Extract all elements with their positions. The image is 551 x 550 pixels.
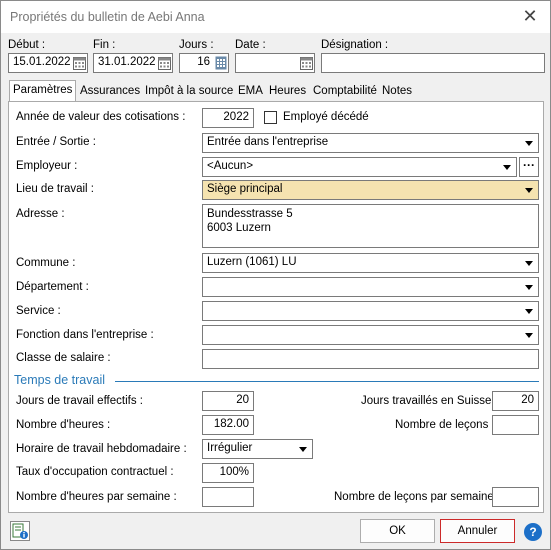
- jours-suisse-field[interactable]: 20: [492, 391, 539, 411]
- fonction-label: Fonction dans l'entreprise :: [16, 329, 154, 341]
- nb-lecons-label: Nombre de leçons :: [395, 419, 495, 431]
- adresse-line1: Bundesstrasse 5: [207, 208, 293, 220]
- commune-select[interactable]: Luzern (1061) LU: [202, 253, 539, 273]
- fonction-select[interactable]: [202, 325, 539, 345]
- title-bar: Propriétés du bulletin de Aebi Anna ✕: [1, 1, 550, 33]
- annee-field[interactable]: 2022: [202, 108, 254, 128]
- classe-field[interactable]: [202, 349, 539, 369]
- service-label: Service :: [16, 305, 61, 317]
- classe-label: Classe de salaire :: [16, 352, 111, 364]
- close-icon[interactable]: ✕: [520, 6, 540, 26]
- taux-value: 100%: [219, 466, 249, 478]
- document-info-icon: [12, 523, 28, 539]
- jours-label: Jours :: [179, 39, 214, 51]
- employe-decede-checkbox[interactable]: [264, 111, 277, 124]
- designation-label: Désignation :: [321, 39, 389, 51]
- tab-notes[interactable]: Notes: [379, 82, 415, 102]
- tab-parametres[interactable]: Paramètres: [9, 80, 77, 102]
- chevron-down-icon: [525, 141, 533, 146]
- jours-field[interactable]: 16: [179, 53, 229, 73]
- tab-ema[interactable]: EMA: [235, 82, 266, 102]
- jours-effectifs-field[interactable]: 20: [202, 391, 254, 411]
- chevron-down-icon: [525, 333, 533, 338]
- cancel-button[interactable]: Annuler: [440, 519, 515, 543]
- chevron-down-icon: [525, 188, 533, 193]
- nb-heures-label: Nombre d'heures :: [16, 419, 111, 431]
- help-icon[interactable]: ?: [524, 523, 542, 541]
- calendar-icon[interactable]: [300, 56, 313, 70]
- chevron-down-icon: [299, 447, 307, 452]
- ok-button[interactable]: OK: [360, 519, 435, 543]
- lecons-semaine-label: Nombre de leçons par semaine :: [334, 491, 501, 503]
- lecons-semaine-field[interactable]: [492, 487, 539, 507]
- chevron-down-icon: [525, 261, 533, 266]
- employeur-value: <Aucun>: [207, 160, 254, 172]
- lieu-select[interactable]: Siège principal: [202, 180, 539, 200]
- fin-date-value: 31.01.2022: [98, 56, 156, 68]
- nb-heures-field[interactable]: 182.00: [202, 415, 254, 435]
- annee-label: Année de valeur des cotisations :: [16, 111, 186, 123]
- employeur-browse-button[interactable]: ···: [519, 157, 539, 177]
- adresse-line2: 6003 Luzern: [207, 222, 271, 234]
- tab-comptabilite[interactable]: Comptabilité: [310, 82, 380, 102]
- employe-decede-label: Employé décédé: [283, 111, 369, 123]
- adresse-label: Adresse :: [16, 208, 65, 220]
- date-field[interactable]: [235, 53, 315, 73]
- jours-effectifs-value: 20: [236, 394, 249, 406]
- tab-assurances[interactable]: Assurances: [77, 82, 143, 102]
- heures-semaine-field[interactable]: [202, 487, 254, 507]
- entree-value: Entrée dans l'entreprise: [207, 136, 329, 148]
- lieu-label: Lieu de travail :: [16, 183, 94, 195]
- adresse-field[interactable]: Bundesstrasse 5 6003 Luzern: [202, 204, 539, 248]
- jours-suisse-label: Jours travaillés en Suisse :: [361, 395, 498, 407]
- jours-effectifs-label: Jours de travail effectifs :: [16, 395, 143, 407]
- calendar-icon[interactable]: [73, 56, 86, 70]
- temps-section-title: Temps de travail: [14, 373, 106, 387]
- nb-heures-value: 182.00: [213, 418, 249, 430]
- jours-value: 16: [197, 56, 210, 68]
- annee-value: 2022: [223, 111, 249, 123]
- dialog-window: Propriétés du bulletin de Aebi Anna ✕ Dé…: [0, 0, 551, 550]
- chevron-down-icon: [525, 285, 533, 290]
- info-icon[interactable]: [10, 521, 30, 541]
- debut-date-value: 15.01.2022: [13, 56, 71, 68]
- tab-impot-source[interactable]: Impôt à la source: [142, 82, 236, 102]
- nb-lecons-field[interactable]: [492, 415, 539, 435]
- debut-date-field[interactable]: 15.01.2022: [8, 53, 88, 73]
- horaire-select[interactable]: Irrégulier: [202, 439, 313, 459]
- departement-select[interactable]: [202, 277, 539, 297]
- entree-select[interactable]: Entrée dans l'entreprise: [202, 133, 539, 153]
- calendar-icon[interactable]: [158, 56, 171, 70]
- taux-label: Taux d'occupation contractuel :: [16, 466, 174, 478]
- debut-label: Début :: [8, 39, 46, 51]
- tab-heures[interactable]: Heures: [266, 82, 309, 102]
- employeur-label: Employeur :: [16, 160, 78, 172]
- taux-field[interactable]: 100%: [202, 463, 254, 483]
- entree-label: Entrée / Sortie :: [16, 136, 96, 148]
- horaire-label: Horaire de travail hebdomadaire :: [16, 443, 187, 455]
- employeur-select[interactable]: <Aucun>: [202, 157, 517, 177]
- chevron-down-icon: [503, 165, 511, 170]
- window-title: Propriétés du bulletin de Aebi Anna: [10, 10, 205, 24]
- fin-label: Fin :: [93, 39, 116, 51]
- horaire-value: Irrégulier: [207, 442, 253, 454]
- service-select[interactable]: [202, 301, 539, 321]
- departement-label: Département :: [16, 281, 89, 293]
- fin-date-field[interactable]: 31.01.2022: [93, 53, 173, 73]
- designation-field[interactable]: [321, 53, 545, 73]
- commune-label: Commune :: [16, 257, 76, 269]
- section-divider: [115, 381, 539, 382]
- chevron-down-icon: [525, 309, 533, 314]
- date-label: Date :: [235, 39, 266, 51]
- lieu-value: Siège principal: [207, 183, 283, 195]
- heures-semaine-label: Nombre d'heures par semaine :: [16, 491, 177, 503]
- spinner-icon[interactable]: [215, 56, 227, 70]
- jours-suisse-value: 20: [521, 394, 534, 406]
- commune-value: Luzern (1061) LU: [207, 256, 297, 268]
